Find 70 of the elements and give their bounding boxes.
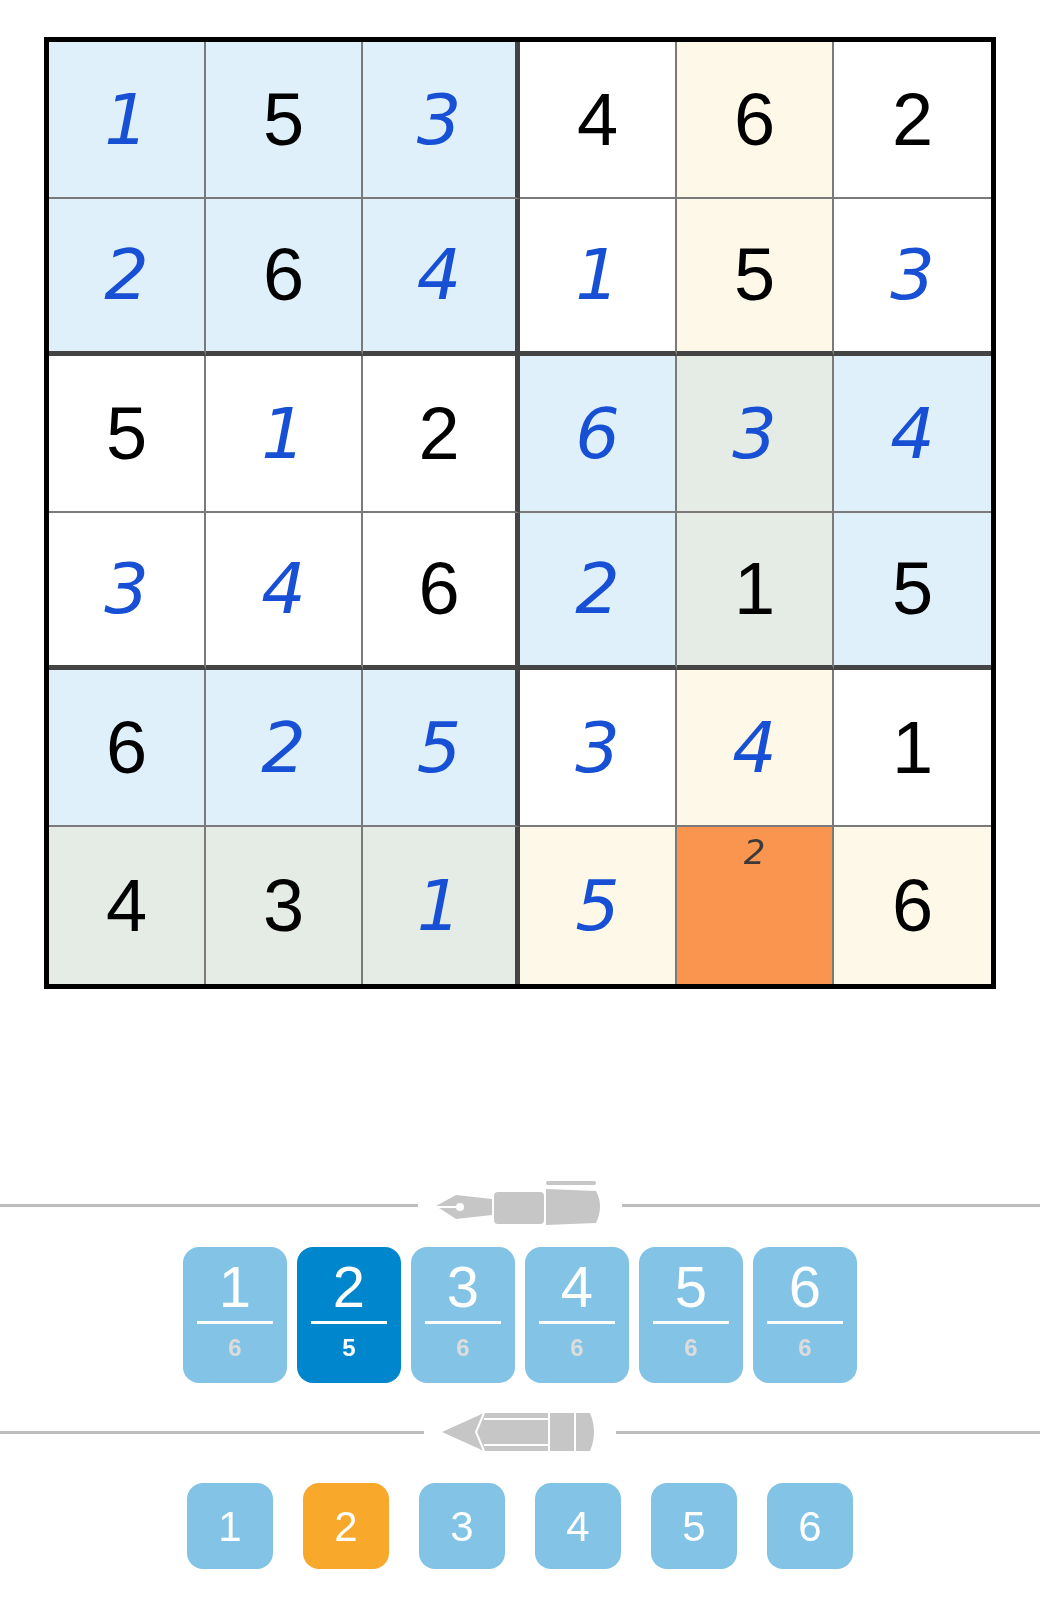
entered-digit: 2 bbox=[261, 712, 306, 783]
grid-cell[interactable]: 5 bbox=[206, 42, 363, 199]
grid-cell[interactable]: 4 bbox=[677, 670, 834, 827]
grid-cell[interactable]: 1 bbox=[520, 199, 677, 356]
grid-cell[interactable]: 2 bbox=[520, 513, 677, 670]
grid-cell[interactable]: 3 bbox=[206, 827, 363, 984]
grid-cell[interactable]: 6 bbox=[520, 356, 677, 513]
entered-digit: 3 bbox=[416, 84, 462, 155]
grid-cell[interactable]: 5 bbox=[520, 827, 677, 984]
given-digit: 4 bbox=[576, 82, 619, 157]
grid-cell[interactable]: 2 bbox=[363, 356, 520, 513]
entered-digit: 3 bbox=[104, 554, 149, 624]
pencil-note: 2 bbox=[743, 835, 766, 869]
grid-cell[interactable]: 1 bbox=[49, 42, 206, 199]
grid-cell[interactable]: 6 bbox=[677, 42, 834, 199]
given-digit: 5 bbox=[105, 396, 148, 471]
entered-digit: 4 bbox=[261, 554, 306, 624]
grid-cell[interactable]: 5 bbox=[49, 356, 206, 513]
given-digit: 5 bbox=[262, 82, 305, 157]
grid-cell[interactable]: 1 bbox=[677, 513, 834, 670]
given-digit: 1 bbox=[733, 552, 776, 626]
grid-cell[interactable]: 3 bbox=[49, 513, 206, 670]
grid-cell[interactable]: 5 bbox=[363, 670, 520, 827]
given-digit: 4 bbox=[105, 868, 148, 943]
grid-cell[interactable]: 4 bbox=[520, 42, 677, 199]
selected-cell[interactable]: 2 bbox=[677, 827, 834, 984]
grid-cell[interactable]: 2 bbox=[206, 670, 363, 827]
grid-cell[interactable]: 5 bbox=[834, 513, 991, 670]
grid-cell[interactable]: 3 bbox=[677, 356, 834, 513]
given-digit: 6 bbox=[891, 868, 934, 943]
given-digit: 2 bbox=[418, 396, 460, 471]
entered-digit: 2 bbox=[575, 554, 620, 624]
grid-cell[interactable]: 6 bbox=[363, 513, 520, 670]
entered-digit: 3 bbox=[890, 240, 935, 310]
entered-digit: 2 bbox=[104, 240, 149, 310]
entered-digit: 1 bbox=[416, 870, 462, 941]
entered-digit: 1 bbox=[261, 398, 306, 469]
grid-cell[interactable]: 1 bbox=[363, 827, 520, 984]
grid-cell[interactable]: 6 bbox=[49, 670, 206, 827]
entered-digit: 1 bbox=[575, 240, 620, 310]
entered-digit: 4 bbox=[416, 240, 462, 310]
entered-digit: 1 bbox=[104, 84, 149, 155]
grid-cell[interactable]: 5 bbox=[677, 199, 834, 356]
grid-cell[interactable]: 6 bbox=[834, 827, 991, 984]
grid-cell[interactable]: 4 bbox=[206, 513, 363, 670]
grid-cell[interactable]: 3 bbox=[363, 42, 520, 199]
given-digit: 5 bbox=[891, 552, 934, 626]
given-digit: 5 bbox=[733, 238, 776, 312]
grid-cell[interactable]: 4 bbox=[834, 356, 991, 513]
grid-cell[interactable]: 6 bbox=[206, 199, 363, 356]
entered-digit: 6 bbox=[575, 398, 620, 469]
entered-digit: 5 bbox=[575, 870, 620, 941]
digit-button[interactable]: 2 5 bbox=[297, 1247, 401, 1383]
given-digit: 6 bbox=[262, 238, 305, 312]
entered-digit: 4 bbox=[890, 398, 935, 469]
grid-cell[interactable]: 3 bbox=[520, 670, 677, 827]
given-digit: 6 bbox=[418, 552, 460, 626]
grid-cell[interactable]: 4 bbox=[49, 827, 206, 984]
given-digit: 3 bbox=[262, 868, 305, 943]
given-digit: 6 bbox=[733, 82, 776, 157]
entered-digit: 4 bbox=[732, 712, 777, 783]
entered-digit: 3 bbox=[575, 712, 620, 783]
given-digit: 6 bbox=[105, 710, 148, 785]
given-digit: 1 bbox=[891, 710, 934, 785]
given-digit: 2 bbox=[891, 82, 934, 157]
grid-cell[interactable]: 2 bbox=[49, 199, 206, 356]
entered-digit: 3 bbox=[732, 398, 777, 469]
grid-cell[interactable]: 1 bbox=[206, 356, 363, 513]
grid-cell[interactable]: 4 bbox=[363, 199, 520, 356]
entered-digit: 5 bbox=[416, 712, 462, 783]
